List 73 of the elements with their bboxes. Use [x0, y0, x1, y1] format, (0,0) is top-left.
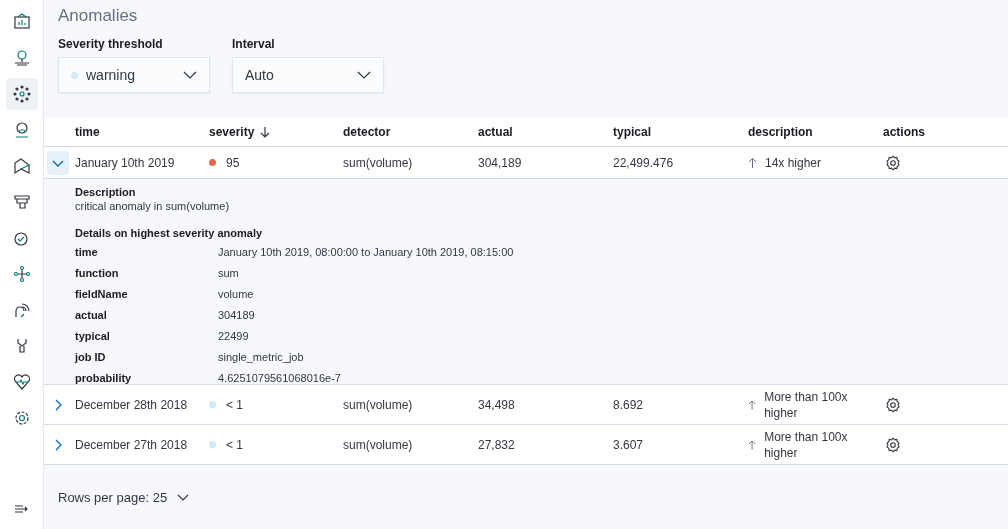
table-cell: 14x higher	[765, 154, 822, 171]
settings-button[interactable]	[883, 436, 901, 453]
field-label: time	[75, 245, 99, 258]
table-cell: 95	[226, 155, 240, 170]
field-value: sum	[218, 266, 240, 279]
field-value: 4.6251079561068016e-7	[218, 371, 342, 384]
section-heading: Details on highest severity anomaly	[75, 227, 264, 239]
map-icon	[12, 157, 31, 175]
rows-per-page-button[interactable]: Rows per page: 25	[52, 488, 196, 506]
table-cell: January 10th 2019	[75, 155, 175, 170]
chevron-down-icon	[177, 493, 190, 501]
filter-label: Severity threshold	[58, 37, 164, 51]
nodes-icon	[12, 265, 31, 283]
table-cell: < 1	[226, 397, 243, 412]
settings-icon	[12, 409, 31, 427]
field-label: fieldName	[75, 287, 129, 300]
field-label: probability	[75, 371, 133, 384]
column-header[interactable]: severity	[209, 125, 255, 139]
filter-label: Interval	[232, 37, 276, 51]
signal-icon	[12, 301, 31, 319]
field-value: January 10th 2019, 08:00:00 to January 10th 2019, 08:15:00	[218, 245, 515, 258]
section-heading: Description	[75, 186, 137, 198]
settings-button[interactable]	[883, 396, 901, 413]
dropdown-select[interactable]: warning	[58, 57, 210, 93]
location-pin-icon	[12, 49, 31, 67]
field-label: job ID	[75, 350, 107, 363]
heart-pulse-icon	[12, 373, 31, 391]
dotted-circle-icon	[12, 85, 31, 103]
table-cell: sum(volume)	[343, 437, 413, 452]
table-cell: December 28th 2018	[75, 397, 188, 412]
table-cell: sum(volume)	[343, 155, 413, 170]
table-cell-text: More than 100x higher	[764, 388, 849, 421]
stack-icon	[12, 193, 31, 211]
table-cell: 304,189	[478, 155, 522, 170]
arrow-up-icon	[748, 439, 757, 450]
table-cell: 34,498	[478, 397, 515, 412]
table-cell: December 27th 2018	[75, 437, 188, 452]
description-text: critical anomaly in sum(volume)	[75, 200, 231, 212]
column-header[interactable]: time	[75, 125, 100, 139]
page-title: Anomalies	[58, 6, 139, 26]
column-header[interactable]: typical	[613, 125, 651, 139]
column-header[interactable]: actual	[478, 125, 513, 139]
table-cell: 3.607	[613, 437, 644, 452]
field-value: single_metric_job	[218, 350, 305, 363]
chevron-down-icon	[183, 71, 197, 79]
table-cell: 8.692	[613, 397, 644, 412]
column-header[interactable]: detector	[343, 125, 391, 139]
field-value: 304189	[218, 308, 256, 321]
arrow-up-icon	[748, 399, 757, 410]
table-cell: 27,832	[478, 437, 515, 452]
chevron-down-icon	[357, 71, 371, 79]
column-header[interactable]: actions	[883, 125, 925, 139]
field-label: actual	[75, 308, 108, 321]
settings-icon	[885, 436, 901, 453]
chart-board-icon	[12, 13, 31, 31]
check-circle-icon	[12, 229, 31, 247]
field-value: 22499	[218, 329, 250, 342]
settings-icon	[885, 154, 901, 171]
table-cell: < 1	[226, 437, 243, 452]
field-label: function	[75, 266, 120, 279]
column-header[interactable]: description	[748, 125, 813, 139]
field-value: volume	[218, 287, 255, 300]
table-cell-text: More than 100x higher	[764, 428, 849, 461]
dropdown-select[interactable]: Auto	[232, 57, 384, 93]
nav-button[interactable]	[5, 78, 38, 110]
settings-icon	[885, 396, 901, 413]
table-cell: 22,499.476	[613, 155, 674, 170]
settings-button[interactable]	[883, 154, 901, 171]
collapse-icon	[13, 503, 30, 515]
field-label: typical	[75, 329, 111, 342]
table-cell: sum(volume)	[343, 397, 413, 412]
expand-toggle[interactable]	[47, 150, 69, 175]
arrow-up-icon	[748, 157, 757, 168]
